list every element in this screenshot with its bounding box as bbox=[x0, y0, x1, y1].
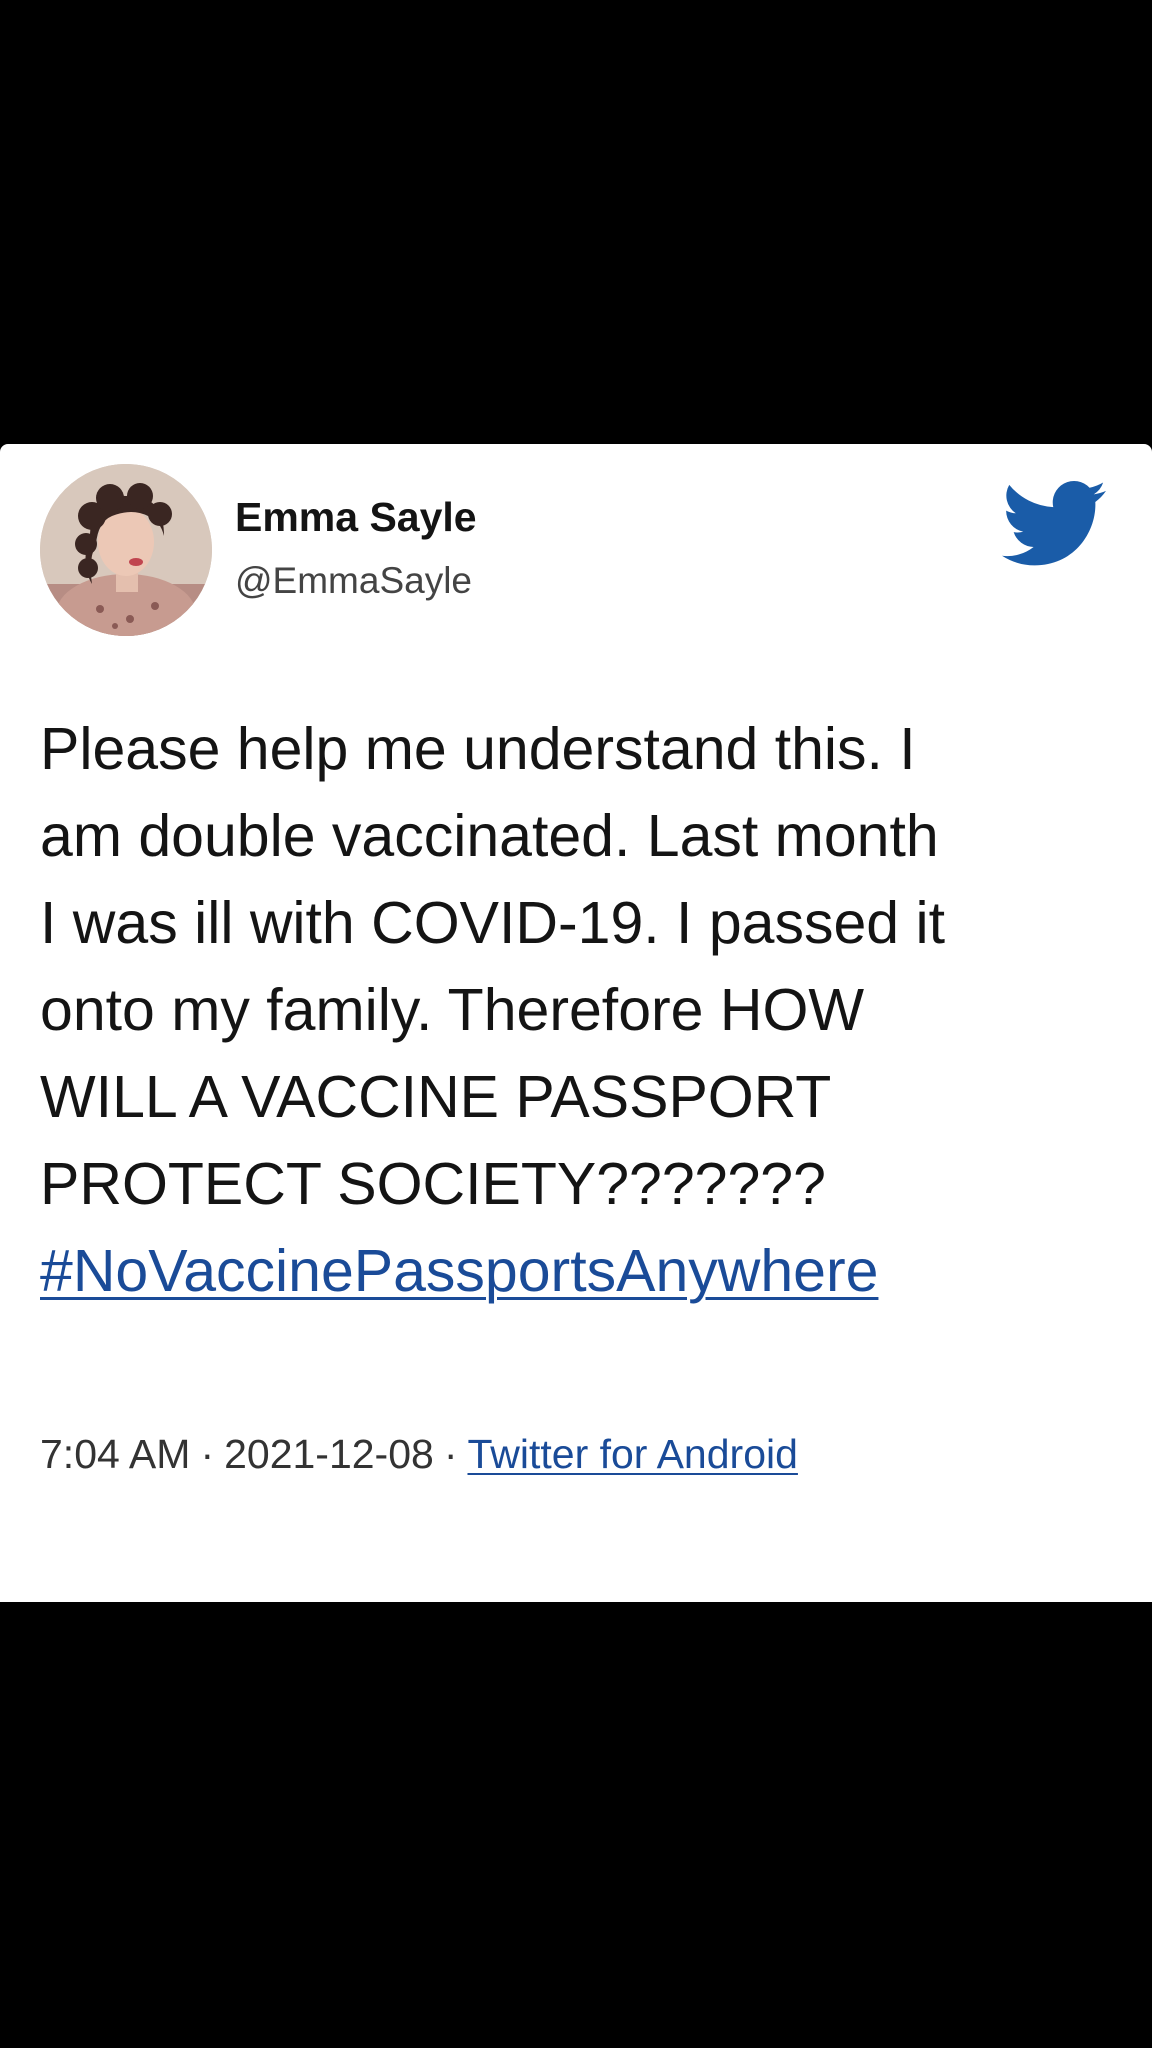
avatar[interactable] bbox=[40, 464, 212, 636]
avatar-photo bbox=[40, 464, 212, 636]
tweet-text-line: WILL A VACCINE PASSPORT bbox=[40, 1064, 832, 1130]
tweet-time: 7:04 AM bbox=[40, 1431, 191, 1477]
meta-separator: · bbox=[200, 1431, 215, 1477]
tweet-text-line: Please help me understand this. I bbox=[40, 716, 916, 782]
tweet-text-line: onto my family. Therefore HOW bbox=[40, 977, 865, 1043]
hashtag-link[interactable]: #NoVaccinePassportsAnywhere bbox=[40, 1238, 878, 1304]
author-handle[interactable]: @EmmaSayle bbox=[235, 560, 472, 602]
screenshot-frame: Emma Sayle @EmmaSayle Please help me und… bbox=[0, 0, 1152, 2048]
tweet-date: 2021-12-08 bbox=[224, 1431, 434, 1477]
tweet-source-link[interactable]: Twitter for Android bbox=[467, 1431, 797, 1477]
tweet-card: Emma Sayle @EmmaSayle Please help me und… bbox=[0, 444, 1152, 1602]
tweet-text-line: PROTECT SOCIETY??????? bbox=[40, 1151, 826, 1217]
twitter-bird-glyph bbox=[1002, 481, 1106, 566]
hashtag-line: #NoVaccinePassportsAnywhere bbox=[40, 1228, 1120, 1315]
twitter-bird-icon bbox=[1002, 480, 1106, 568]
tweet-metadata: 7:04 AM · 2021-12-08 · Twitter for Android bbox=[40, 1431, 798, 1478]
tweet-text: Please help me understand this. I am dou… bbox=[40, 706, 1120, 1315]
meta-separator: · bbox=[443, 1431, 458, 1477]
tweet-text-line: I was ill with COVID-19. I passed it bbox=[40, 890, 945, 956]
tweet-text-line: am double vaccinated. Last month bbox=[40, 803, 939, 869]
author-display-name[interactable]: Emma Sayle bbox=[235, 494, 477, 541]
